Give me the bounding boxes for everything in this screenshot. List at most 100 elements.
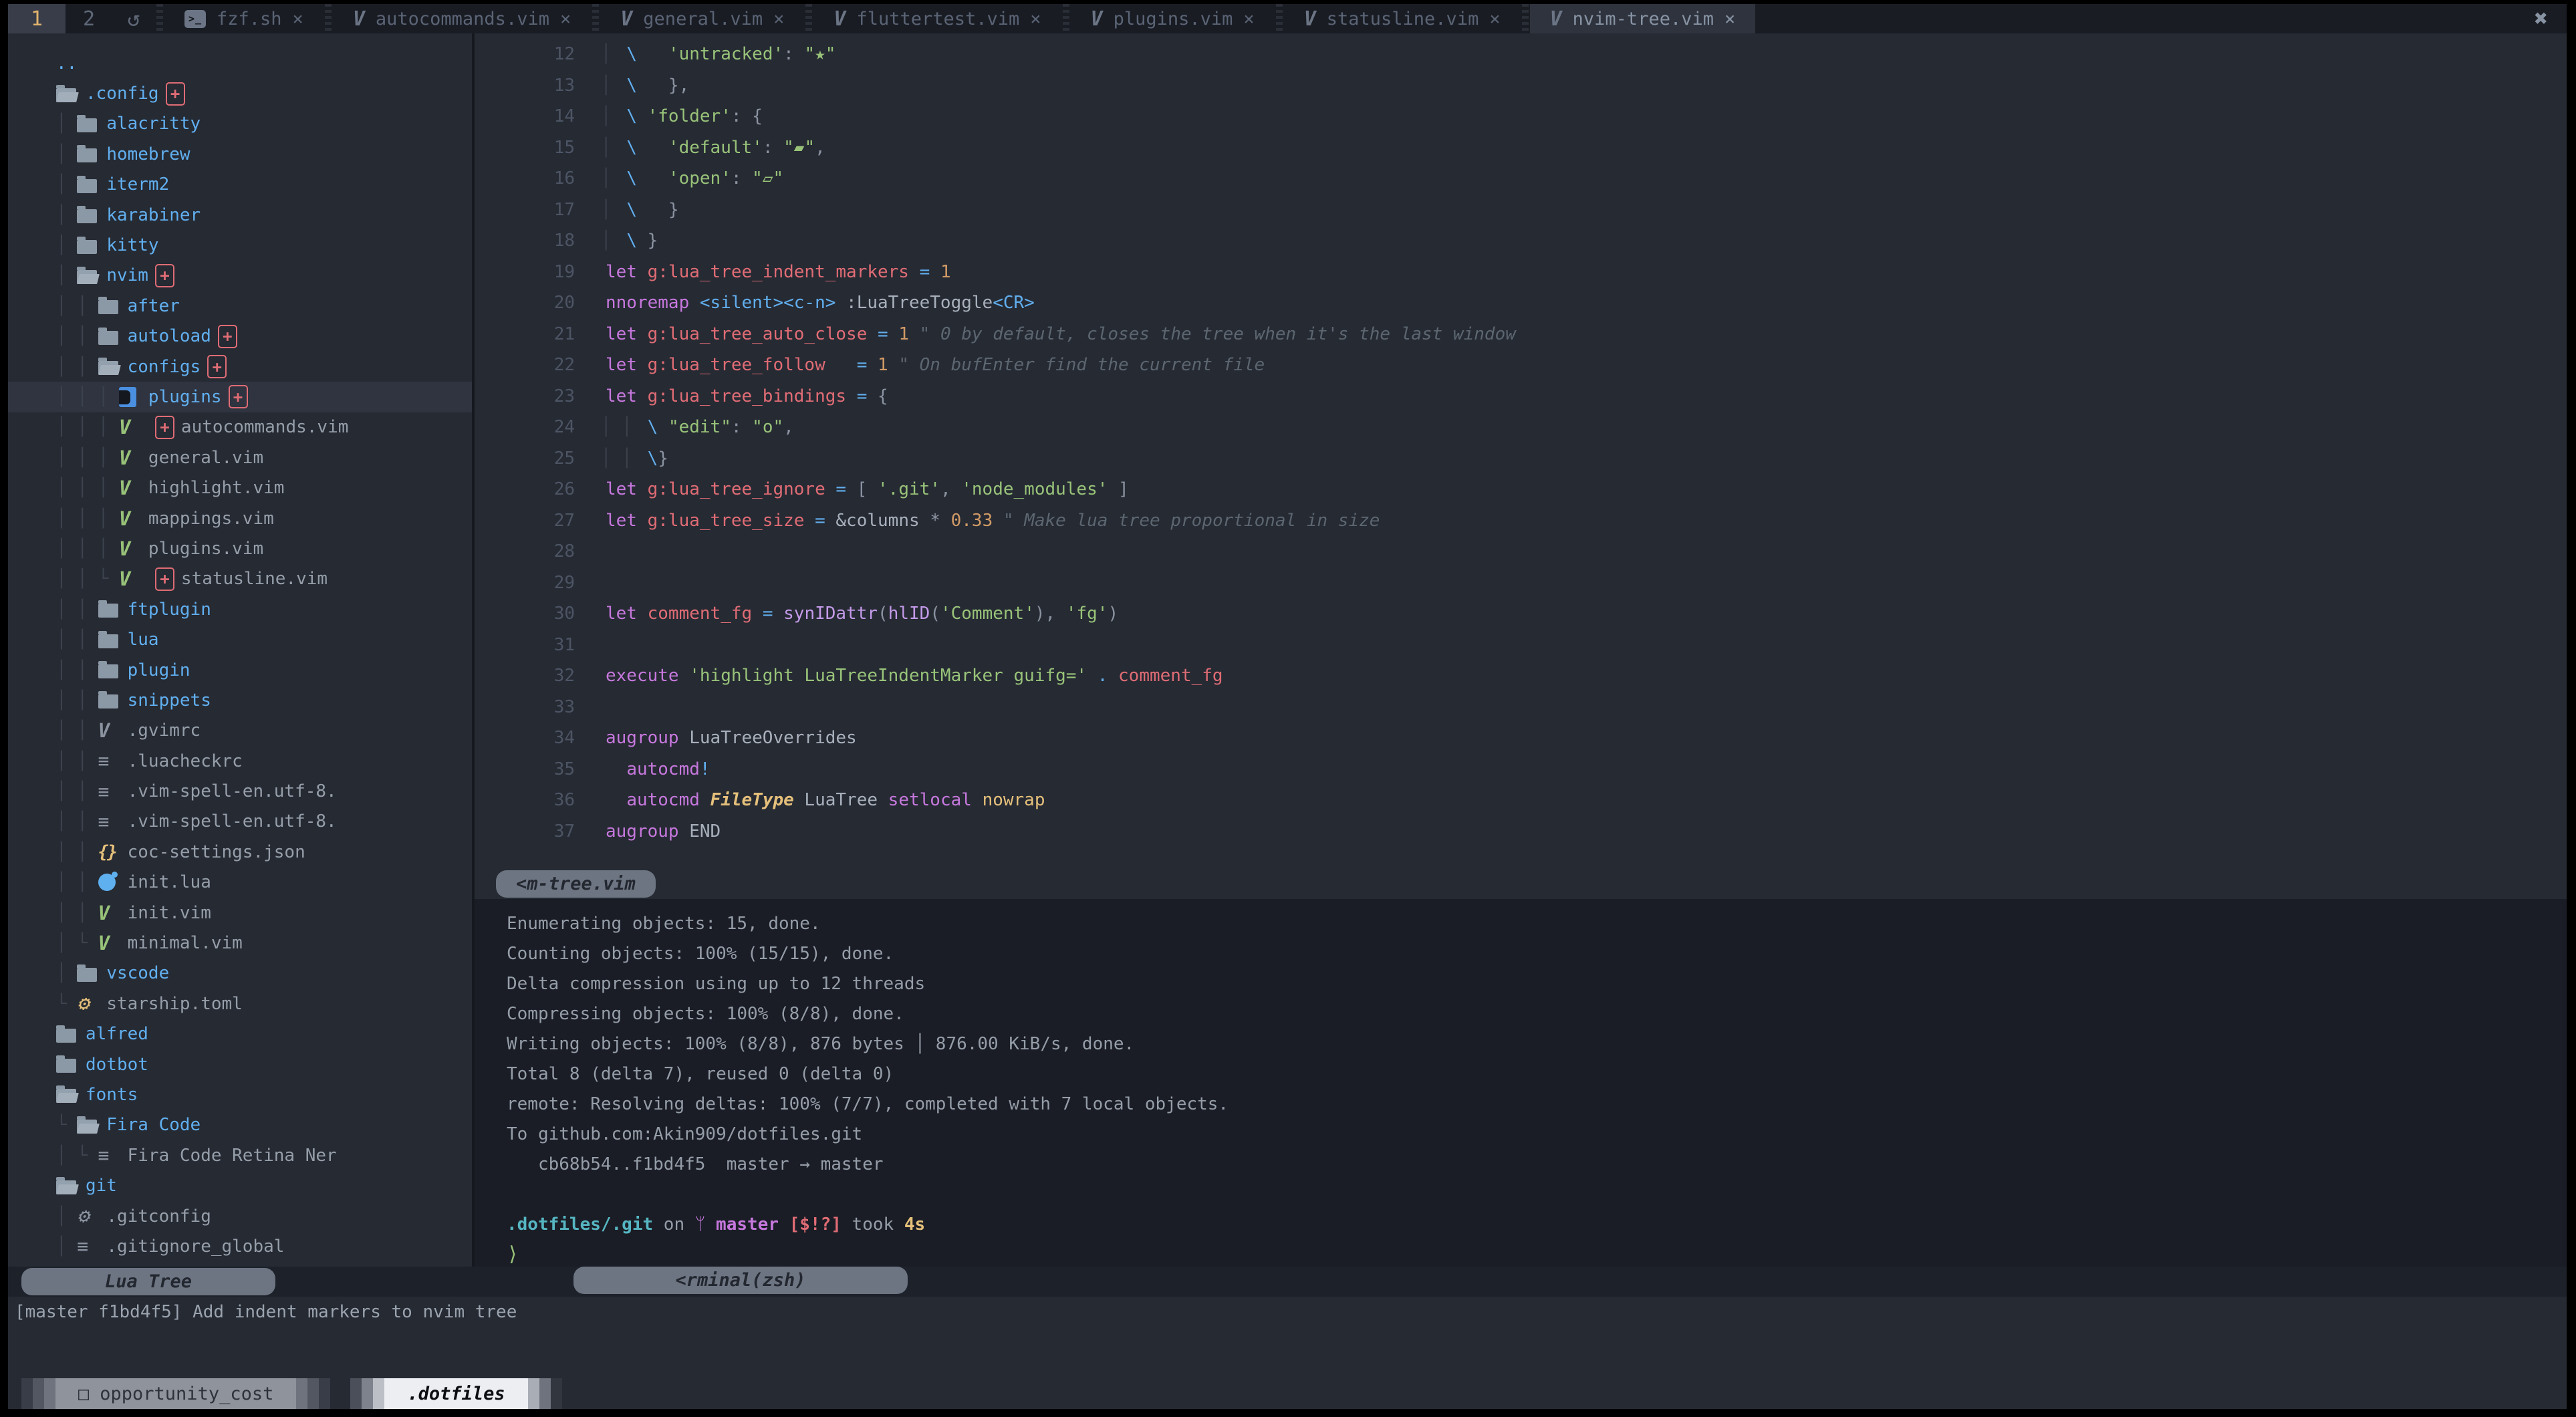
tree-row-plugins.vim[interactable]: │ │ │ Vplugins.vim — [8, 533, 472, 563]
folder-open-icon — [56, 1178, 86, 1194]
terminal-output-line — [507, 1179, 2567, 1209]
refresh-icon[interactable]: ↺ — [112, 4, 155, 33]
tree-row-.vim-spell-en.utf-8.[interactable]: │ │ ≡.vim-spell-en.utf-8. — [8, 776, 472, 806]
tree-row-statusline.vim[interactable]: │ │ └ V+statusline.vim — [8, 564, 472, 594]
folder-icon — [77, 207, 106, 223]
code-line-23: 23let g:lua_tree_bindings = { — [475, 381, 2567, 412]
prompt-cursor-line[interactable]: ⟩ — [507, 1239, 2567, 1267]
tree-row-minimal.vim[interactable]: │ └ Vminimal.vim — [8, 928, 472, 958]
tab-close-icon[interactable]: × — [1243, 9, 1254, 29]
tree-row-after[interactable]: │ │ after — [8, 291, 472, 321]
tree-row-snippets[interactable]: │ │ snippets — [8, 685, 472, 715]
tree-row-plugins[interactable]: │ │ │ plugins+ — [8, 382, 472, 412]
vim-icon: V — [833, 7, 846, 31]
tree-row-ftplugin[interactable]: │ │ ftplugin — [8, 594, 472, 624]
tree-row-configs[interactable]: │ │ configs+ — [8, 352, 472, 382]
tab-close-icon[interactable]: × — [1724, 9, 1735, 29]
tree-statusline-pill: Lua Tree — [21, 1268, 275, 1295]
tree-row-Fira-Code[interactable]: └ Fira Code — [8, 1110, 472, 1140]
tree-row-fonts[interactable]: fonts — [8, 1079, 472, 1110]
tmux-window-number-1[interactable]: 1 — [8, 4, 66, 33]
tree-label: minimal.vim — [128, 933, 243, 953]
tree-row-.luacheckrc[interactable]: │ │ ≡.luacheckrc — [8, 746, 472, 776]
terminal-output-line: Total 8 (delta 7), reused 0 (delta 0) — [507, 1059, 2567, 1089]
tree-row-.vim-spell-en.utf-8.[interactable]: │ │ ≡.vim-spell-en.utf-8. — [8, 807, 472, 837]
code-line-21: 21let g:lua_tree_auto_close = 1 " 0 by d… — [475, 319, 2567, 350]
tree-label: init.lua — [128, 872, 211, 892]
tab-nvim-tree.vim[interactable]: Vnvim-tree.vim× — [1530, 4, 1756, 33]
line-number: 30 — [475, 604, 575, 624]
terminal-icon: >_ — [184, 10, 206, 28]
tree-row-alfred[interactable]: alfred — [8, 1019, 472, 1049]
tree-row-homebrew[interactable]: │ homebrew — [8, 139, 472, 169]
tmux-window-opportunity-cost[interactable]: □opportunity_cost — [21, 1378, 330, 1409]
tree-row-vscode[interactable]: │ vscode — [8, 958, 472, 989]
tree-label: init.vim — [128, 903, 211, 923]
tab-general.vim[interactable]: Vgeneral.vim× — [600, 4, 804, 33]
code-line-19: 19let g:lua_tree_indent_markers = 1 — [475, 257, 2567, 288]
tab-close-icon[interactable]: × — [560, 9, 571, 29]
tree-row-Fira-Code-Retina-Ner[interactable]: │ └ ≡Fira Code Retina Ner — [8, 1140, 472, 1170]
tree-row-coc-settings.json[interactable]: │ │ {}coc-settings.json — [8, 837, 472, 867]
tab-fzf.sh[interactable]: >_fzf.sh× — [164, 4, 324, 33]
line-number: 28 — [475, 541, 575, 561]
vim-icon: V — [353, 7, 365, 31]
code-line-25: 25▏ ▏ \} — [475, 443, 2567, 475]
tree-row-init.vim[interactable]: │ │ Vinit.vim — [8, 898, 472, 928]
tab-close-icon[interactable]: × — [293, 9, 303, 29]
tab-close-icon[interactable]: × — [1489, 9, 1500, 29]
buffer-tabs: >_fzf.sh× Vautocommands.vim× Vgeneral.vim×… — [155, 4, 1755, 33]
vim-file-icon: V — [119, 567, 148, 590]
tree-row-general.vim[interactable]: │ │ │ Vgeneral.vim — [8, 442, 472, 473]
code-line-30: 30let comment_fg = synIDattr(hlID('Comme… — [475, 598, 2567, 630]
code-line-32: 32execute 'highlight LuaTreeIndentMarker… — [475, 660, 2567, 692]
tree-label: autoload — [128, 326, 211, 346]
line-number: 37 — [475, 821, 575, 842]
tree-label: general.vim — [148, 448, 263, 468]
tree-row-dotbot[interactable]: dotbot — [8, 1049, 472, 1079]
tree-label: fonts — [86, 1085, 138, 1105]
tree-row-init.lua[interactable]: │ │ init.lua — [8, 868, 472, 898]
tab-close-icon[interactable]: × — [773, 9, 784, 29]
code-line-36: 36 autocmd FileType LuaTree setlocal now… — [475, 785, 2567, 816]
tmux-window-number-2[interactable]: 2 — [66, 4, 112, 33]
folder-icon — [77, 146, 106, 162]
tree-row-.gitignore-global[interactable]: │ ≡.gitignore_global — [8, 1231, 472, 1261]
tree-row-plugin[interactable]: │ │ plugin — [8, 655, 472, 685]
tree-row-kitty[interactable]: │ kitty — [8, 230, 472, 260]
tree-row-autoload[interactable]: │ │ autoload+ — [8, 321, 472, 352]
json-file-icon: {} — [98, 842, 128, 862]
tree-row-starship.toml[interactable]: └ ⚙starship.toml — [8, 989, 472, 1019]
tree-row-alacritty[interactable]: │ alacritty — [8, 109, 472, 139]
folder-icon — [98, 328, 128, 345]
tmux-status-bar: □opportunity_cost .dotfiles — [8, 1378, 2567, 1409]
tree-row-highlight.vim[interactable]: │ │ │ Vhighlight.vim — [8, 473, 472, 503]
gear-icon: ⚙ — [77, 1204, 106, 1228]
tab-statusline.vim[interactable]: Vstatusline.vim× — [1284, 4, 1521, 33]
tmux-window-.dotfiles[interactable]: .dotfiles — [350, 1378, 561, 1409]
tree-row-git[interactable]: git — [8, 1170, 472, 1200]
code-editor[interactable]: 12▏ \ 'untracked': "★"13▏ \ },14▏ \ 'fol… — [475, 33, 2567, 899]
close-icon[interactable]: ✖ — [2535, 4, 2567, 33]
tree-row-.config[interactable]: .config+ — [8, 78, 472, 108]
tree-row-..[interactable]: .. — [8, 48, 472, 78]
tree-row-nvim[interactable]: │ nvim+ — [8, 261, 472, 291]
tree-label: .gitignore_global — [106, 1237, 284, 1257]
tree-row-lua[interactable]: │ │ lua — [8, 624, 472, 654]
tab-fluttertest.vim[interactable]: Vfluttertest.vim× — [813, 4, 1061, 33]
tree-label: .gvimrc — [128, 721, 201, 741]
tree-label: after — [128, 296, 180, 316]
tree-row-mappings.vim[interactable]: │ │ │ Vmappings.vim — [8, 503, 472, 533]
tree-row-.gvimrc[interactable]: │ │ V.gvimrc — [8, 716, 472, 746]
git-status-icon: + — [155, 567, 174, 591]
tab-close-icon[interactable]: × — [1030, 9, 1041, 29]
tree-row-karabiner[interactable]: │ karabiner — [8, 200, 472, 230]
tree-row-.gitconfig[interactable]: │ ⚙.gitconfig — [8, 1201, 472, 1231]
tree-row-iterm2[interactable]: │ iterm2 — [8, 170, 472, 200]
terminal-pane[interactable]: Enumerating objects: 15, done.Counting o… — [475, 899, 2567, 1267]
tree-row-autocommands.vim[interactable]: │ │ │ V+autocommands.vim — [8, 412, 472, 442]
tab-plugins.vim[interactable]: Vplugins.vim× — [1071, 4, 1275, 33]
line-number: 29 — [475, 573, 575, 593]
git-status-icon: + — [229, 385, 248, 408]
tab-autocommands.vim[interactable]: Vautocommands.vim× — [333, 4, 591, 33]
